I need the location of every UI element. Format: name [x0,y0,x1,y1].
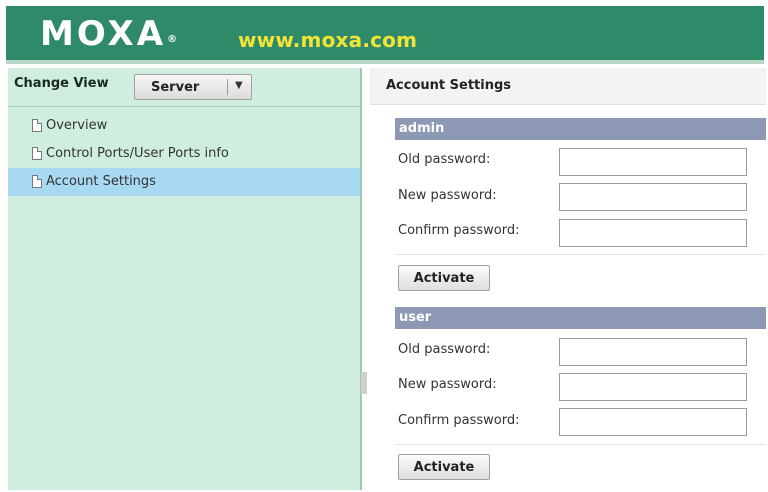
chevron-down-icon[interactable]: ▼ [235,80,243,91]
server-select-value: Server [151,80,200,95]
admin-old-password-field[interactable] [559,148,747,176]
user-new-password-field[interactable] [559,373,747,401]
sidebar-item-label: Control Ports/User Ports info [46,146,229,161]
document-icon [32,119,42,132]
registered-mark: ® [167,34,181,45]
confirm-password-label: Confirm password: [398,413,520,428]
sidebar-item-overview[interactable]: Overview [8,112,360,140]
main-panel: Account Settings admin Old password: New… [370,68,766,490]
change-view-row: Change View Server ▼ [8,68,360,107]
logo-text: MOXA [40,14,167,54]
admin-new-password-field[interactable] [559,183,747,211]
section-header-admin: admin [395,118,766,140]
select-divider [227,79,228,95]
section-title: user [399,310,432,325]
sidebar-item-account-settings[interactable]: Account Settings [8,168,360,196]
panel-splitter-handle[interactable] [361,372,367,394]
confirm-password-label: Confirm password: [398,223,520,238]
change-view-label: Change View [14,76,109,91]
section-header-user: user [395,307,766,329]
new-password-label: New password: [398,377,497,392]
user-old-password-field[interactable] [559,338,747,366]
user-activate-button[interactable]: Activate [398,454,490,480]
old-password-label: Old password: [398,342,491,357]
divider [395,254,766,255]
page-title: Account Settings [386,78,512,93]
app-header: MOXA® www.moxa.com [6,6,764,64]
sidebar-item-label: Overview [46,118,108,133]
sidebar-item-label: Account Settings [46,174,156,189]
document-icon [32,175,42,188]
page-title-bar: Account Settings [370,68,766,105]
divider [395,444,766,445]
sidebar: Change View Server ▼ Overview Control Po… [8,68,362,490]
admin-activate-button[interactable]: Activate [398,265,490,291]
admin-confirm-password-field[interactable] [559,219,747,247]
server-view-select[interactable]: Server ▼ [134,74,252,100]
user-confirm-password-field[interactable] [559,408,747,436]
moxa-logo: MOXA® [40,14,180,54]
section-title: admin [399,121,445,136]
site-url: www.moxa.com [238,28,418,52]
document-icon [32,147,42,160]
new-password-label: New password: [398,188,497,203]
sidebar-item-control-ports[interactable]: Control Ports/User Ports info [8,140,360,168]
old-password-label: Old password: [398,152,491,167]
